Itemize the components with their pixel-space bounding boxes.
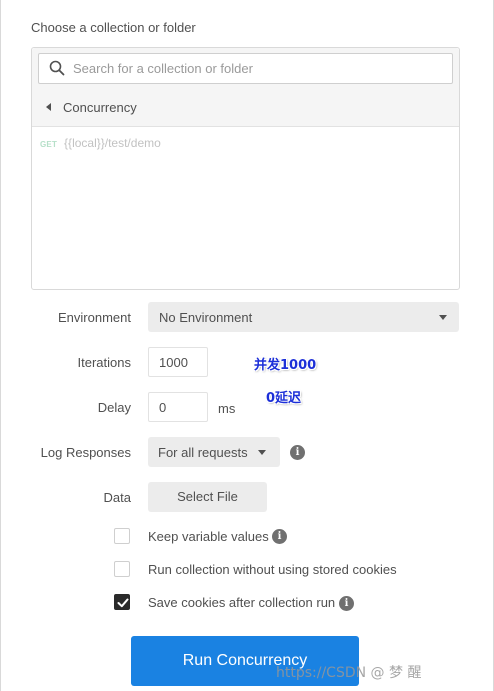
info-icon[interactable]: i — [272, 529, 287, 544]
keep-variable-values-label: Keep variable values — [148, 529, 269, 544]
chevron-down-icon — [258, 450, 266, 455]
request-item[interactable]: GET {{local}}/test/demo — [40, 136, 161, 150]
save-cookies-checkbox[interactable] — [114, 594, 130, 610]
search-icon — [49, 60, 65, 76]
no-stored-cookies-label: Run collection without using stored cook… — [148, 562, 397, 577]
no-stored-cookies-checkbox[interactable] — [114, 561, 130, 577]
iterations-input[interactable] — [148, 347, 208, 377]
info-icon[interactable]: i — [290, 445, 305, 460]
environment-select[interactable]: No Environment — [148, 302, 459, 332]
log-responses-label: Log Responses — [40, 445, 131, 460]
save-cookies-label: Save cookies after collection run — [148, 595, 336, 610]
panel-border-left — [0, 0, 1, 691]
delay-label: Delay — [97, 400, 131, 415]
delay-annotation: 0延迟 — [266, 391, 302, 406]
environment-label: Environment — [58, 310, 131, 325]
caret-left-icon[interactable] — [46, 103, 51, 111]
delay-unit: ms — [218, 401, 236, 416]
breadcrumb-collection-name[interactable]: Concurrency — [63, 100, 137, 115]
info-icon[interactable]: i — [339, 596, 354, 611]
select-file-button[interactable]: Select File — [148, 482, 267, 512]
log-responses-select[interactable]: For all requests — [148, 437, 280, 467]
watermark: https://CSDN @ 梦 醒 — [276, 665, 422, 681]
collection-picker: Concurrency GET {{local}}/test/demo — [31, 47, 460, 290]
collection-picker-header: Concurrency — [32, 48, 459, 127]
keep-variable-values-checkbox[interactable] — [114, 528, 130, 544]
request-method-badge: GET — [40, 140, 58, 149]
search-input[interactable] — [73, 54, 443, 83]
breadcrumb[interactable]: Concurrency — [46, 99, 137, 115]
checkmark-icon — [117, 598, 129, 608]
data-label: Data — [103, 490, 131, 505]
collection-runner-panel: Choose a collection or folder Concurrenc… — [0, 0, 494, 691]
environment-select-value: No Environment — [159, 310, 253, 325]
log-responses-select-value: For all requests — [158, 445, 248, 460]
search-box[interactable] — [38, 53, 453, 84]
delay-input[interactable] — [148, 392, 208, 422]
request-url: {{local}}/test/demo — [64, 136, 161, 150]
chevron-down-icon — [439, 315, 447, 320]
iterations-label: Iterations — [77, 355, 131, 370]
iterations-annotation: 并发1000 — [254, 358, 317, 373]
choose-collection-label: Choose a collection or folder — [31, 20, 196, 35]
